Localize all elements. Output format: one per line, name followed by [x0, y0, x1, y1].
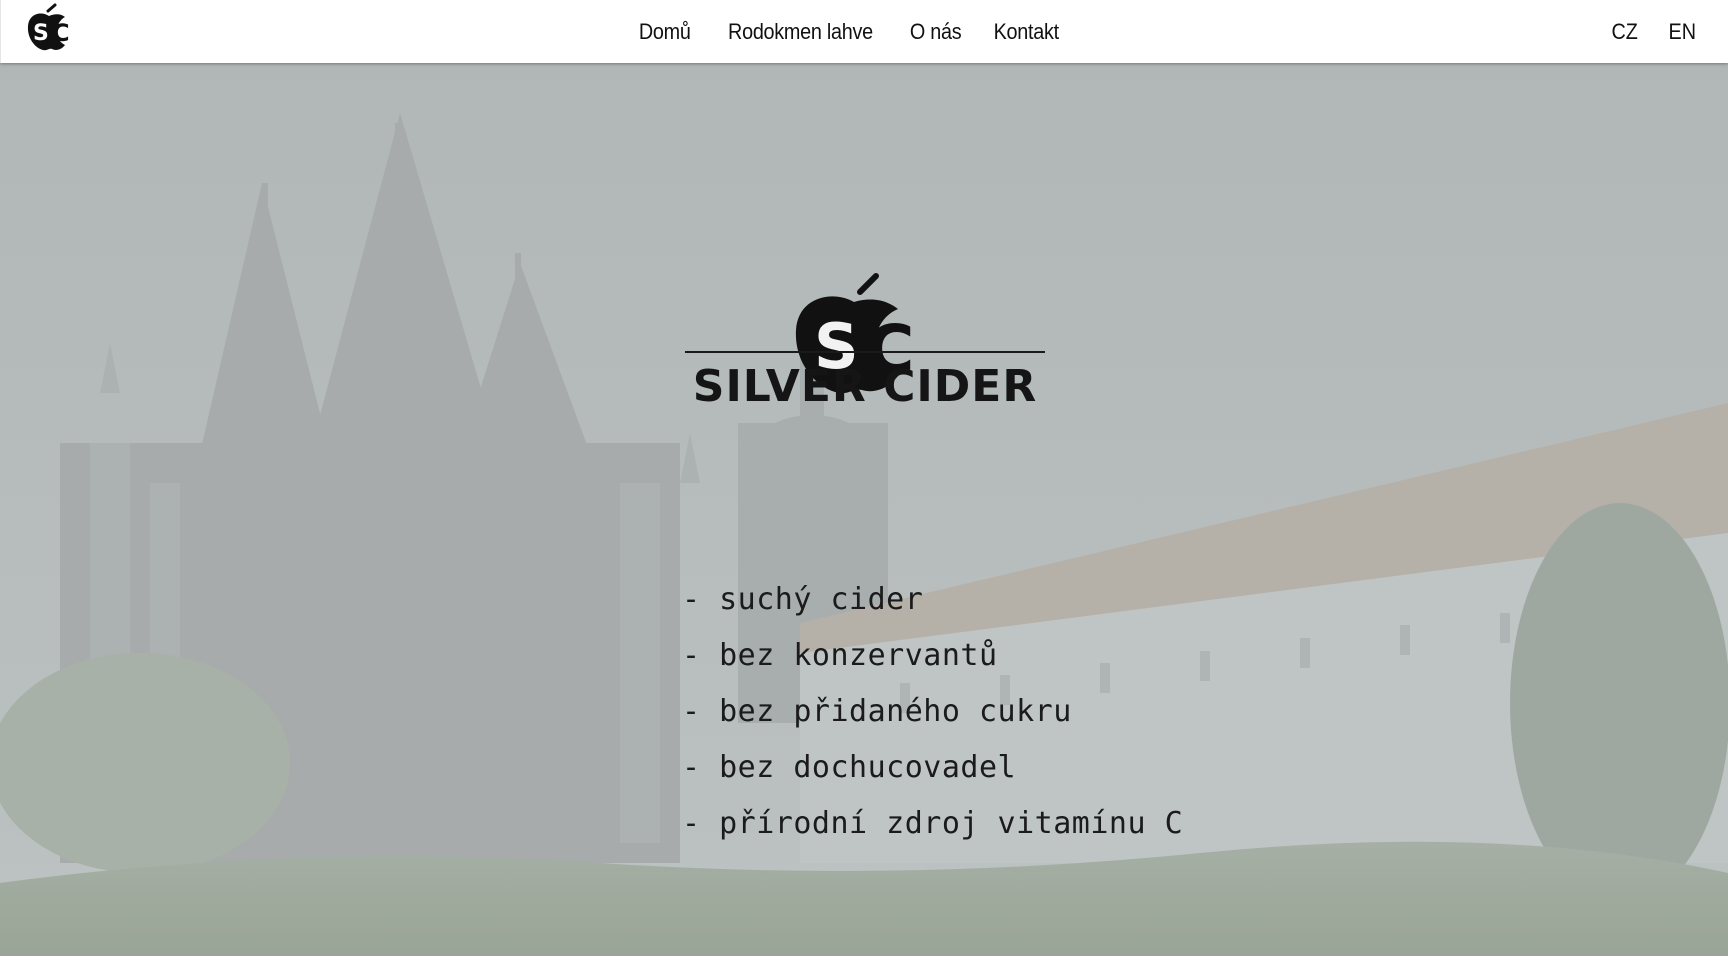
feature-item: - suchý cider: [682, 582, 924, 617]
svg-text:S: S: [33, 21, 49, 46]
main-navigation: Domů Rodokmen lahve O nás Kontakt: [1, 0, 1728, 63]
apple-logo-icon: S C: [27, 3, 70, 51]
hero-section: S C SILVER CIDER - suchý cider - bez kon…: [0, 63, 1728, 972]
lang-en-link[interactable]: EN: [1669, 19, 1697, 45]
feature-item: - bez dochucovadel: [682, 750, 1017, 785]
nav-link-contact[interactable]: Kontakt: [994, 19, 1060, 45]
logo-divider: [685, 351, 1045, 353]
page-bottom-edge: [0, 956, 1728, 972]
brand-name: SILVER CIDER: [692, 361, 1038, 412]
nav-link-about[interactable]: O nás: [910, 19, 962, 45]
svg-text:C: C: [52, 19, 70, 47]
nav-link-bottle-pedigree[interactable]: Rodokmen lahve: [728, 19, 873, 45]
nav-link-home[interactable]: Domů: [639, 19, 691, 45]
feature-item: - bez přidaného cukru: [682, 694, 1072, 729]
feature-item: - bez konzervantů: [682, 638, 998, 673]
language-switcher: CZ EN: [1610, 0, 1698, 63]
features-list: - suchý cider - bez konzervantů - bez př…: [682, 575, 1183, 855]
top-navbar: S C Domů Rodokmen lahve O nás Kontakt CZ…: [0, 0, 1728, 63]
feature-item: - přírodní zdroj vitamínu C: [682, 806, 1184, 841]
lang-cz-link[interactable]: CZ: [1612, 19, 1638, 45]
silver-cider-logo-link[interactable]: S C: [25, 2, 85, 54]
